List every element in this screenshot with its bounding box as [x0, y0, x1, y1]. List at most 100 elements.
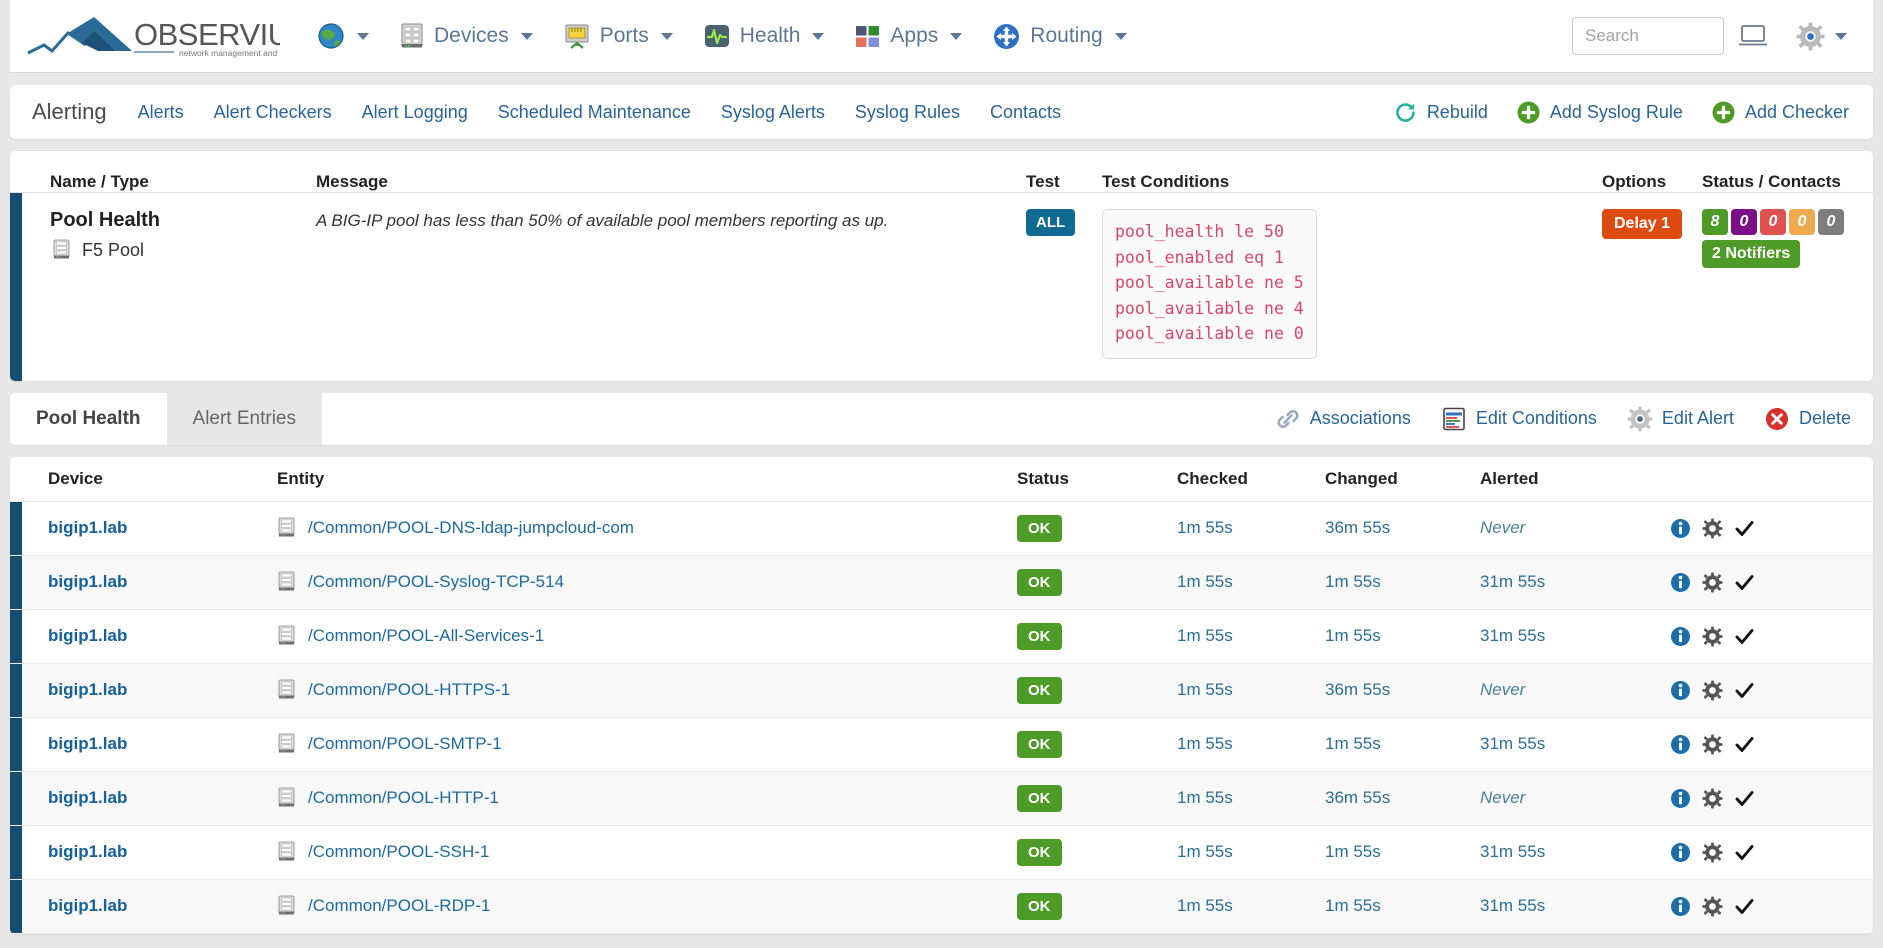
- subnav-title-alerting[interactable]: Alerting: [28, 99, 123, 125]
- edit-alert-button[interactable]: Edit Alert: [1612, 393, 1749, 445]
- status-badge-ok[interactable]: 8: [1702, 209, 1728, 235]
- status-badge: OK: [1017, 514, 1062, 542]
- status-badge-critical[interactable]: 0: [1731, 209, 1757, 235]
- cell-alerted: Never: [1480, 518, 1526, 538]
- tab-pool-health[interactable]: Pool Health: [10, 392, 167, 445]
- row-info-button[interactable]: [1670, 572, 1691, 593]
- row-acknowledge-button[interactable]: [1734, 896, 1755, 917]
- subnav-link-alert-logging[interactable]: Alert Logging: [347, 102, 483, 123]
- subnav-link-scheduled-maintenance[interactable]: Scheduled Maintenance: [483, 102, 706, 123]
- status-badge-warning[interactable]: 0: [1789, 209, 1815, 235]
- row-info-button[interactable]: [1670, 680, 1691, 701]
- status-badge-ignored[interactable]: 0: [1818, 209, 1844, 235]
- nav-item-apps[interactable]: Apps: [839, 15, 977, 58]
- entity-link[interactable]: /Common/POOL-SSH-1: [308, 842, 489, 862]
- row-settings-button[interactable]: [1702, 788, 1723, 809]
- row-settings-button[interactable]: [1702, 734, 1723, 755]
- alert-type-label[interactable]: F5 Pool: [82, 240, 144, 261]
- row-settings-button[interactable]: [1702, 896, 1723, 917]
- table-row: bigip1.lab /Common/POOL-Syslog-TCP-514 O…: [10, 555, 1873, 610]
- row-acknowledge-button[interactable]: [1734, 680, 1755, 701]
- subnav-link-syslog-alerts[interactable]: Syslog Alerts: [706, 102, 840, 123]
- entity-link[interactable]: /Common/POOL-DNS-ldap-jumpcloud-com: [308, 518, 634, 538]
- gear-icon: [1702, 788, 1723, 809]
- gear-icon: [1702, 626, 1723, 647]
- status-badge-alert[interactable]: 0: [1760, 209, 1786, 235]
- device-link[interactable]: bigip1.lab: [48, 734, 127, 753]
- nav-item-devices[interactable]: Devices: [384, 14, 548, 58]
- device-link[interactable]: bigip1.lab: [48, 842, 127, 861]
- row-acknowledge-button[interactable]: [1734, 572, 1755, 593]
- nav-item-health[interactable]: Health: [688, 14, 840, 58]
- device-link[interactable]: bigip1.lab: [48, 680, 127, 699]
- entity-link[interactable]: /Common/POOL-HTTP-1: [308, 788, 499, 808]
- row-acknowledge-button[interactable]: [1734, 518, 1755, 539]
- col-header-entity[interactable]: Entity: [277, 456, 1017, 502]
- col-header-checked[interactable]: Checked: [1177, 456, 1325, 502]
- code-editor-icon: [1443, 407, 1465, 431]
- entity-link[interactable]: /Common/POOL-SMTP-1: [308, 734, 502, 754]
- cell-entity: /Common/POOL-SSH-1: [277, 825, 1017, 879]
- row-info-button[interactable]: [1670, 896, 1691, 917]
- monitor-button[interactable]: [1724, 15, 1782, 57]
- search-input[interactable]: [1572, 17, 1724, 55]
- brand-logo-link[interactable]: OBSERVIUM network management and monitor…: [24, 11, 280, 61]
- row-settings-button[interactable]: [1702, 572, 1723, 593]
- row-acknowledge-button[interactable]: [1734, 842, 1755, 863]
- notifiers-badge[interactable]: 2 Notifiers: [1702, 240, 1801, 268]
- col-header-alerted[interactable]: Alerted: [1480, 456, 1670, 502]
- cell-alerted: Never: [1480, 680, 1526, 700]
- add-checker-button[interactable]: Add Checker: [1697, 100, 1863, 125]
- nav-item-routing[interactable]: Routing: [977, 14, 1141, 59]
- entity-link[interactable]: /Common/POOL-HTTPS-1: [308, 680, 510, 700]
- device-link[interactable]: bigip1.lab: [48, 572, 127, 591]
- subnav-link-alerts[interactable]: Alerts: [123, 102, 199, 123]
- device-link[interactable]: bigip1.lab: [48, 896, 127, 915]
- check-icon: [1735, 790, 1754, 806]
- row-acknowledge-button[interactable]: [1734, 734, 1755, 755]
- alert-name[interactable]: Pool Health: [50, 209, 316, 232]
- info-icon: [1671, 572, 1690, 592]
- settings-menu-button[interactable]: [1782, 14, 1861, 59]
- status-badge-group: 8 0 0 0 0: [1702, 209, 1855, 235]
- row-info-button[interactable]: [1670, 626, 1691, 647]
- row-info-button[interactable]: [1670, 788, 1691, 809]
- top-navbar: OBSERVIUM network management and monitor…: [10, 0, 1873, 73]
- col-header-device[interactable]: Device: [22, 456, 277, 502]
- col-header-status[interactable]: Status: [1017, 456, 1177, 502]
- row-settings-button[interactable]: [1702, 842, 1723, 863]
- cell-actions: [1670, 717, 1873, 771]
- delete-button[interactable]: Delete: [1749, 393, 1873, 445]
- nav-item-ports[interactable]: Ports: [548, 14, 688, 58]
- tab-alert-entries[interactable]: Alert Entries: [166, 392, 322, 445]
- subnav-link-syslog-rules[interactable]: Syslog Rules: [840, 102, 975, 123]
- info-icon: [1671, 842, 1690, 862]
- cell-alerted: 31m 55s: [1480, 572, 1546, 592]
- associations-button[interactable]: Associations: [1260, 393, 1426, 445]
- cell-status: OK: [1017, 501, 1177, 555]
- subnav-link-alert-checkers[interactable]: Alert Checkers: [199, 102, 347, 123]
- add-syslog-rule-button[interactable]: Add Syslog Rule: [1502, 100, 1697, 125]
- entity-link[interactable]: /Common/POOL-All-Services-1: [308, 626, 544, 646]
- nav-label-apps: Apps: [890, 24, 939, 47]
- row-info-button[interactable]: [1670, 842, 1691, 863]
- cell-changed: 1m 55s: [1325, 896, 1381, 916]
- device-link[interactable]: bigip1.lab: [48, 626, 127, 645]
- device-link[interactable]: bigip1.lab: [48, 788, 127, 807]
- row-acknowledge-button[interactable]: [1734, 626, 1755, 647]
- device-link[interactable]: bigip1.lab: [48, 518, 127, 537]
- row-info-button[interactable]: [1670, 518, 1691, 539]
- col-header-changed[interactable]: Changed: [1325, 456, 1480, 502]
- row-acknowledge-button[interactable]: [1734, 788, 1755, 809]
- row-settings-button[interactable]: [1702, 626, 1723, 647]
- entity-link[interactable]: /Common/POOL-RDP-1: [308, 896, 490, 916]
- edit-conditions-button[interactable]: Edit Conditions: [1426, 393, 1612, 445]
- entity-link[interactable]: /Common/POOL-Syslog-TCP-514: [308, 572, 564, 592]
- row-settings-button[interactable]: [1702, 518, 1723, 539]
- cell-changed: 36m 55s: [1325, 680, 1391, 700]
- nav-item-globe[interactable]: [302, 14, 384, 58]
- row-settings-button[interactable]: [1702, 680, 1723, 701]
- rebuild-button[interactable]: Rebuild: [1379, 100, 1502, 125]
- row-info-button[interactable]: [1670, 734, 1691, 755]
- subnav-link-contacts[interactable]: Contacts: [975, 102, 1076, 123]
